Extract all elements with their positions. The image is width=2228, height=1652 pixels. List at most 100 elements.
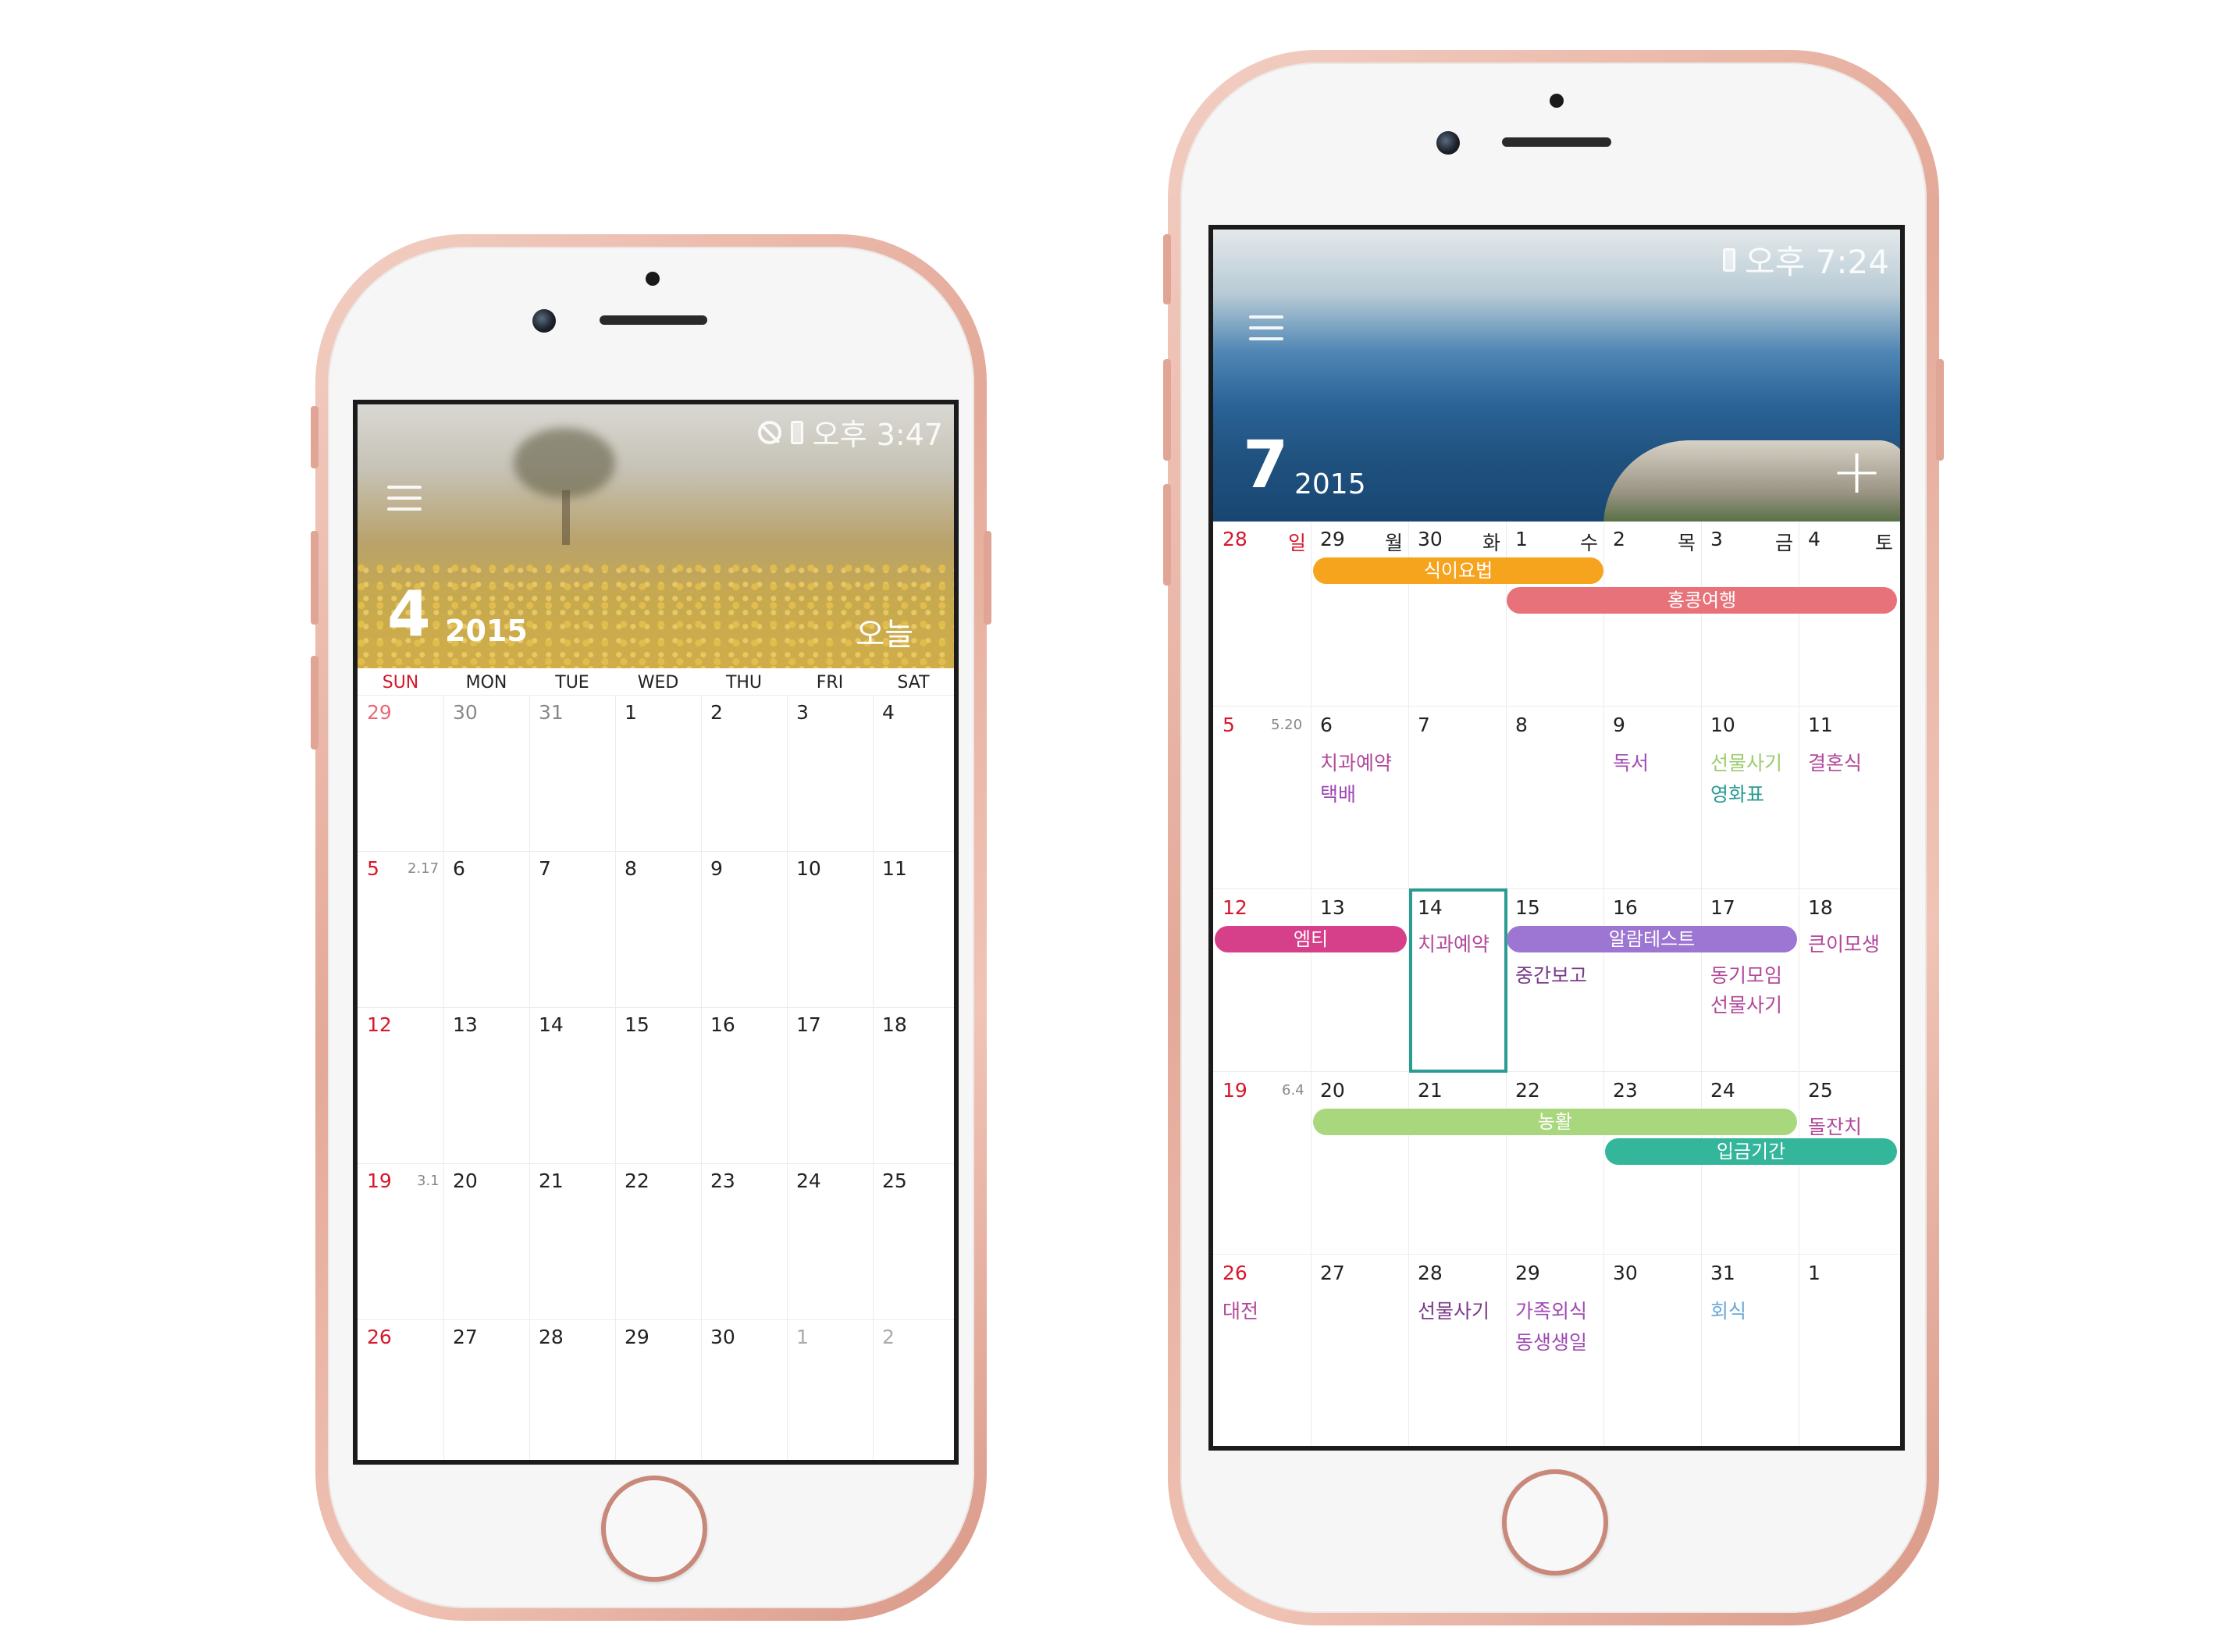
day-cell[interactable]: 30: [1418, 528, 1443, 550]
day-cell[interactable]: 16: [1613, 896, 1638, 919]
event-text[interactable]: 영화표: [1710, 779, 1764, 807]
day-cell[interactable]: 29: [1515, 1262, 1540, 1284]
day-cell[interactable]: 2: [882, 1326, 895, 1348]
event-text[interactable]: 중간보고: [1515, 960, 1587, 988]
day-cell[interactable]: 23: [1613, 1079, 1638, 1102]
right-menu-icon[interactable]: [1249, 315, 1283, 340]
day-cell[interactable]: 12: [367, 1013, 392, 1036]
event-text[interactable]: 선물사기: [1710, 748, 1782, 776]
day-cell[interactable]: 6: [1320, 714, 1333, 736]
day-cell[interactable]: 5: [367, 857, 379, 880]
day-cell[interactable]: 4: [882, 701, 895, 724]
event-text[interactable]: 동생생일: [1515, 1327, 1587, 1355]
day-cell[interactable]: 26: [367, 1326, 392, 1348]
day-cell[interactable]: 15: [625, 1013, 650, 1036]
day-cell[interactable]: 27: [453, 1326, 478, 1348]
day-cell[interactable]: 31: [539, 701, 564, 724]
event-text[interactable]: 선물사기: [1418, 1296, 1489, 1324]
day-cell[interactable]: 22: [1515, 1079, 1540, 1102]
add-event-button[interactable]: +: [1831, 440, 1883, 503]
event-bar-diet[interactable]: 식이요법: [1313, 557, 1603, 584]
event-bar-hongkong[interactable]: 홍콩여행: [1507, 587, 1897, 614]
day-cell[interactable]: 19: [1223, 1079, 1247, 1102]
day-cell[interactable]: 28: [539, 1326, 564, 1348]
day-cell[interactable]: 7: [539, 857, 551, 880]
day-cell[interactable]: 3: [1710, 528, 1723, 550]
day-cell[interactable]: 2: [1613, 528, 1625, 550]
day-cell[interactable]: 7: [1418, 714, 1430, 736]
day-cell[interactable]: 24: [796, 1170, 821, 1192]
day-cell[interactable]: 16: [710, 1013, 735, 1036]
day-cell[interactable]: 8: [625, 857, 637, 880]
day-cell[interactable]: 1: [796, 1326, 809, 1348]
day-cell[interactable]: 29: [1320, 528, 1345, 550]
event-text[interactable]: 독서: [1613, 748, 1649, 776]
day-cell[interactable]: 14: [539, 1013, 564, 1036]
day-cell[interactable]: 1: [625, 701, 637, 724]
day-cell[interactable]: 26: [1223, 1262, 1247, 1284]
event-text[interactable]: 대전: [1223, 1296, 1258, 1324]
day-cell[interactable]: 20: [1320, 1079, 1345, 1102]
day-cell[interactable]: 28: [1418, 1262, 1443, 1284]
day-cell[interactable]: 10: [796, 857, 821, 880]
event-bar-deposit[interactable]: 입금기간: [1605, 1138, 1897, 1165]
day-cell[interactable]: 30: [1613, 1262, 1638, 1284]
day-cell[interactable]: 17: [796, 1013, 821, 1036]
day-cell[interactable]: 20: [453, 1170, 478, 1192]
day-cell[interactable]: 25: [1808, 1079, 1833, 1102]
left-menu-icon[interactable]: [387, 486, 422, 511]
day-cell[interactable]: 9: [1613, 714, 1625, 736]
left-home-button[interactable]: [601, 1476, 707, 1582]
day-cell[interactable]: 12: [1223, 896, 1247, 919]
event-text[interactable]: 큰이모생: [1808, 929, 1880, 957]
day-cell[interactable]: 17: [1710, 896, 1735, 919]
day-cell[interactable]: 5: [1223, 714, 1235, 736]
event-text[interactable]: 치과예약: [1320, 748, 1392, 776]
day-cell[interactable]: 10: [1710, 714, 1735, 736]
day-cell[interactable]: 9: [710, 857, 723, 880]
day-cell[interactable]: 29: [367, 701, 392, 724]
day-cell[interactable]: 11: [882, 857, 907, 880]
day-cell[interactable]: 8: [1515, 714, 1528, 736]
day-cell[interactable]: 18: [1808, 896, 1833, 919]
day-cell[interactable]: 13: [1320, 896, 1345, 919]
day-cell[interactable]: 25: [882, 1170, 907, 1192]
day-cell[interactable]: 22: [625, 1170, 650, 1192]
day-cell[interactable]: 15: [1515, 896, 1540, 919]
day-cell[interactable]: 18: [882, 1013, 907, 1036]
day-cell[interactable]: 30: [453, 701, 478, 724]
event-text[interactable]: 동기모임: [1710, 960, 1782, 988]
day-cell[interactable]: 13: [453, 1013, 478, 1036]
event-text[interactable]: 택배: [1320, 779, 1356, 807]
event-bar-mt[interactable]: 엠티: [1215, 926, 1407, 952]
day-cell[interactable]: 4: [1808, 528, 1820, 550]
day-cell[interactable]: 30: [710, 1326, 735, 1348]
event-bar-farm[interactable]: 농활: [1313, 1109, 1797, 1135]
day-cell[interactable]: 1: [1808, 1262, 1820, 1284]
event-text[interactable]: 회식: [1710, 1296, 1746, 1324]
day-cell[interactable]: 2: [710, 701, 723, 724]
event-text[interactable]: 돌잔치: [1808, 1112, 1862, 1140]
day-cell[interactable]: 1: [1515, 528, 1528, 550]
left-volume-up: [311, 531, 319, 625]
event-bar-alarm[interactable]: 알람테스트: [1507, 926, 1797, 952]
event-text[interactable]: 치과예약: [1418, 929, 1489, 957]
left-today-button[interactable]: 오늘: [856, 609, 913, 654]
day-cell[interactable]: 19: [367, 1170, 392, 1192]
day-cell[interactable]: 6: [453, 857, 465, 880]
day-cell[interactable]: 21: [539, 1170, 564, 1192]
day-cell[interactable]: 21: [1418, 1079, 1443, 1102]
day-cell[interactable]: 3: [796, 701, 809, 724]
day-cell[interactable]: 27: [1320, 1262, 1345, 1284]
day-cell[interactable]: 31: [1710, 1262, 1735, 1284]
event-text[interactable]: 가족외식: [1515, 1296, 1587, 1324]
event-text[interactable]: 선물사기: [1710, 990, 1782, 1018]
day-cell[interactable]: 23: [710, 1170, 735, 1192]
day-cell[interactable]: 14: [1418, 896, 1443, 919]
day-cell[interactable]: 28: [1223, 528, 1247, 550]
right-home-button[interactable]: [1502, 1469, 1608, 1575]
event-text[interactable]: 결혼식: [1808, 748, 1862, 776]
day-cell[interactable]: 11: [1808, 714, 1833, 736]
day-cell[interactable]: 29: [625, 1326, 650, 1348]
day-cell[interactable]: 24: [1710, 1079, 1735, 1102]
